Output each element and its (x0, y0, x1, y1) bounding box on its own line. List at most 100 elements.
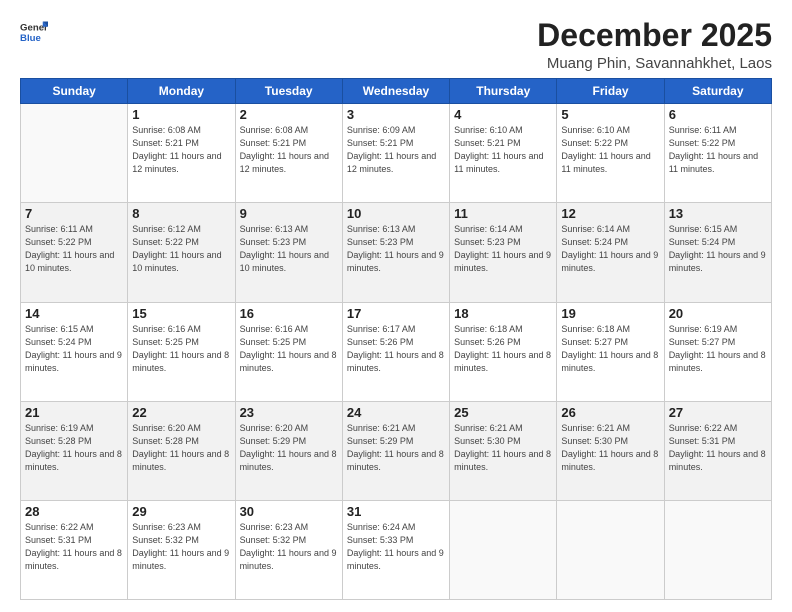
table-row: 14 Sunrise: 6:15 AMSunset: 5:24 PMDayligh… (21, 302, 128, 401)
svg-text:Blue: Blue (20, 33, 41, 44)
col-friday: Friday (557, 79, 664, 104)
col-sunday: Sunday (21, 79, 128, 104)
col-wednesday: Wednesday (342, 79, 449, 104)
calendar-week-row: 14 Sunrise: 6:15 AMSunset: 5:24 PMDayligh… (21, 302, 772, 401)
table-row: 31Sunrise: 6:24 AMSunset: 5:33 PMDayligh… (342, 500, 449, 599)
day-number: 4 (454, 107, 552, 122)
table-row (664, 500, 771, 599)
day-number: 3 (347, 107, 445, 122)
day-number: 14 (25, 306, 123, 321)
table-row: 6 Sunrise: 6:11 AMSunset: 5:22 PMDaylight… (664, 104, 771, 203)
day-number: 12 (561, 206, 659, 221)
table-row: 30Sunrise: 6:23 AMSunset: 5:32 PMDayligh… (235, 500, 342, 599)
header: General Blue December 2025 Muang Phin, S… (20, 18, 772, 72)
day-info: Sunrise: 6:14 AMSunset: 5:24 PMDaylight:… (561, 223, 659, 275)
table-row: 2Sunrise: 6:08 AMSunset: 5:21 PMDaylight… (235, 104, 342, 203)
calendar-table: Sunday Monday Tuesday Wednesday Thursday… (20, 78, 772, 600)
day-number: 1 (132, 107, 230, 122)
day-number: 6 (669, 107, 767, 122)
day-number: 29 (132, 504, 230, 519)
day-number: 30 (240, 504, 338, 519)
day-info: Sunrise: 6:11 AMSunset: 5:22 PMDaylight:… (669, 124, 767, 176)
day-info: Sunrise: 6:20 AMSunset: 5:29 PMDaylight:… (240, 422, 338, 474)
day-info: Sunrise: 6:10 AMSunset: 5:21 PMDaylight:… (454, 124, 552, 176)
day-info: Sunrise: 6:22 AMSunset: 5:31 PMDaylight:… (25, 521, 123, 573)
table-row: 11 Sunrise: 6:14 AMSunset: 5:23 PMDayligh… (450, 203, 557, 302)
col-tuesday: Tuesday (235, 79, 342, 104)
day-info: Sunrise: 6:15 AMSunset: 5:24 PMDaylight:… (669, 223, 767, 275)
day-number: 10 (347, 206, 445, 221)
calendar-header-row: Sunday Monday Tuesday Wednesday Thursday… (21, 79, 772, 104)
day-info: Sunrise: 6:09 AMSunset: 5:21 PMDaylight:… (347, 124, 445, 176)
table-row: 12 Sunrise: 6:14 AMSunset: 5:24 PMDayligh… (557, 203, 664, 302)
table-row: 17Sunrise: 6:17 AMSunset: 5:26 PMDayligh… (342, 302, 449, 401)
col-saturday: Saturday (664, 79, 771, 104)
day-info: Sunrise: 6:15 AMSunset: 5:24 PMDaylight:… (25, 323, 123, 375)
day-info: Sunrise: 6:22 AMSunset: 5:31 PMDaylight:… (669, 422, 767, 474)
table-row: 13 Sunrise: 6:15 AMSunset: 5:24 PMDayligh… (664, 203, 771, 302)
day-info: Sunrise: 6:19 AMSunset: 5:28 PMDaylight:… (25, 422, 123, 474)
table-row: 3 Sunrise: 6:09 AMSunset: 5:21 PMDaylight… (342, 104, 449, 203)
day-number: 5 (561, 107, 659, 122)
day-info: Sunrise: 6:21 AMSunset: 5:29 PMDaylight:… (347, 422, 445, 474)
logo: General Blue (20, 18, 48, 46)
table-row (450, 500, 557, 599)
table-row: 9Sunrise: 6:13 AMSunset: 5:23 PMDaylight… (235, 203, 342, 302)
table-row (557, 500, 664, 599)
table-row: 22 Sunrise: 6:20 AMSunset: 5:28 PMDayligh… (128, 401, 235, 500)
calendar-week-row: 28 Sunrise: 6:22 AMSunset: 5:31 PMDayligh… (21, 500, 772, 599)
day-number: 23 (240, 405, 338, 420)
day-info: Sunrise: 6:21 AMSunset: 5:30 PMDaylight:… (561, 422, 659, 474)
day-number: 31 (347, 504, 445, 519)
day-info: Sunrise: 6:13 AMSunset: 5:23 PMDaylight:… (240, 223, 338, 275)
table-row: 19 Sunrise: 6:18 AMSunset: 5:27 PMDayligh… (557, 302, 664, 401)
day-number: 20 (669, 306, 767, 321)
col-monday: Monday (128, 79, 235, 104)
table-row: 25Sunrise: 6:21 AMSunset: 5:30 PMDayligh… (450, 401, 557, 500)
day-info: Sunrise: 6:14 AMSunset: 5:23 PMDaylight:… (454, 223, 552, 275)
day-number: 28 (25, 504, 123, 519)
day-info: Sunrise: 6:13 AMSunset: 5:23 PMDaylight:… (347, 223, 445, 275)
day-info: Sunrise: 6:21 AMSunset: 5:30 PMDaylight:… (454, 422, 552, 474)
logo-icon: General Blue (20, 18, 48, 46)
day-info: Sunrise: 6:10 AMSunset: 5:22 PMDaylight:… (561, 124, 659, 176)
table-row: 24 Sunrise: 6:21 AMSunset: 5:29 PMDayligh… (342, 401, 449, 500)
month-title: December 2025 (537, 18, 772, 53)
table-row: 4 Sunrise: 6:10 AMSunset: 5:21 PMDaylight… (450, 104, 557, 203)
day-number: 8 (132, 206, 230, 221)
day-info: Sunrise: 6:12 AMSunset: 5:22 PMDaylight:… (132, 223, 230, 275)
table-row: 10 Sunrise: 6:13 AMSunset: 5:23 PMDayligh… (342, 203, 449, 302)
calendar-week-row: 21 Sunrise: 6:19 AMSunset: 5:28 PMDayligh… (21, 401, 772, 500)
day-number: 13 (669, 206, 767, 221)
day-info: Sunrise: 6:11 AMSunset: 5:22 PMDaylight:… (25, 223, 123, 275)
day-info: Sunrise: 6:20 AMSunset: 5:28 PMDaylight:… (132, 422, 230, 474)
table-row: 5 Sunrise: 6:10 AMSunset: 5:22 PMDaylight… (557, 104, 664, 203)
day-info: Sunrise: 6:08 AMSunset: 5:21 PMDaylight:… (132, 124, 230, 176)
title-block: December 2025 Muang Phin, Savannahkhet, … (537, 18, 772, 72)
day-number: 24 (347, 405, 445, 420)
day-number: 16 (240, 306, 338, 321)
table-row: 26 Sunrise: 6:21 AMSunset: 5:30 PMDayligh… (557, 401, 664, 500)
day-number: 19 (561, 306, 659, 321)
table-row: 28 Sunrise: 6:22 AMSunset: 5:31 PMDayligh… (21, 500, 128, 599)
table-row: 23 Sunrise: 6:20 AMSunset: 5:29 PMDayligh… (235, 401, 342, 500)
calendar-week-row: 1 Sunrise: 6:08 AMSunset: 5:21 PMDaylight… (21, 104, 772, 203)
day-number: 21 (25, 405, 123, 420)
day-info: Sunrise: 6:08 AMSunset: 5:21 PMDaylight:… (240, 124, 338, 176)
day-number: 27 (669, 405, 767, 420)
table-row (21, 104, 128, 203)
table-row: 21 Sunrise: 6:19 AMSunset: 5:28 PMDayligh… (21, 401, 128, 500)
table-row: 7 Sunrise: 6:11 AMSunset: 5:22 PMDaylight… (21, 203, 128, 302)
table-row: 20Sunrise: 6:19 AMSunset: 5:27 PMDayligh… (664, 302, 771, 401)
day-number: 17 (347, 306, 445, 321)
day-number: 7 (25, 206, 123, 221)
day-number: 18 (454, 306, 552, 321)
table-row: 15Sunrise: 6:16 AMSunset: 5:25 PMDayligh… (128, 302, 235, 401)
day-info: Sunrise: 6:18 AMSunset: 5:27 PMDaylight:… (561, 323, 659, 375)
table-row: 18 Sunrise: 6:18 AMSunset: 5:26 PMDayligh… (450, 302, 557, 401)
day-number: 15 (132, 306, 230, 321)
day-number: 26 (561, 405, 659, 420)
day-info: Sunrise: 6:18 AMSunset: 5:26 PMDaylight:… (454, 323, 552, 375)
day-number: 22 (132, 405, 230, 420)
day-number: 11 (454, 206, 552, 221)
